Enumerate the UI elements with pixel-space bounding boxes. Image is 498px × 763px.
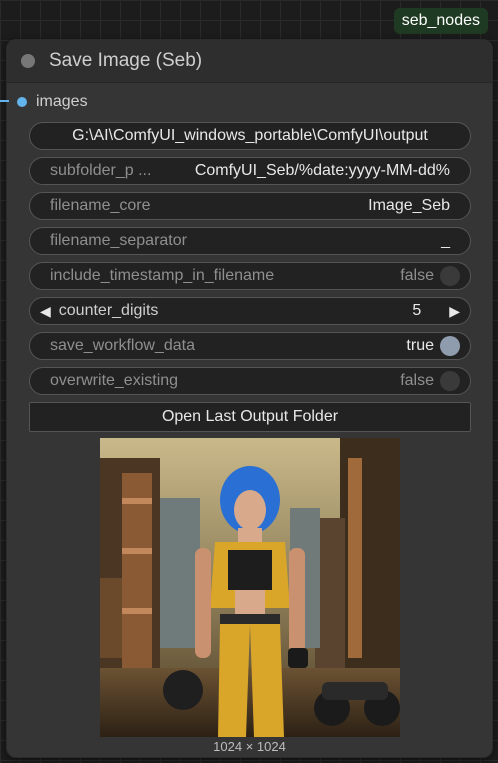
image-preview[interactable] (100, 438, 400, 737)
input-slot-images[interactable]: images (7, 89, 492, 115)
filename-separator-field[interactable]: filename_separator _ (29, 227, 471, 255)
include-timestamp-label: include_timestamp_in_filename (50, 267, 275, 284)
counter-digits-value: 5 (412, 302, 422, 319)
filename-core-value: Image_Seb (368, 197, 450, 214)
save-workflow-label: save_workflow_data (50, 337, 195, 354)
input-slot-dot-icon[interactable] (17, 97, 27, 107)
toggle-off-icon[interactable] (440, 371, 460, 391)
save-workflow-toggle[interactable]: save_workflow_data true (29, 332, 471, 360)
arrow-right-icon[interactable]: ▶ (449, 303, 460, 320)
subfolder-label: subfolder_p ... (50, 162, 152, 179)
overwrite-value: false (400, 372, 434, 389)
save-workflow-value: true (406, 337, 434, 354)
save-image-node[interactable]: Save Image (Seb) images G:\AI\ComfyUI_wi… (6, 39, 493, 758)
include-timestamp-toggle[interactable]: include_timestamp_in_filename false (29, 262, 471, 290)
node-title: Save Image (Seb) (49, 50, 203, 71)
filename-separator-label: filename_separator (50, 232, 187, 249)
subfolder-value: ComfyUI_Seb/%date:yyyy-MM-dd% (194, 162, 450, 179)
subfolder-field[interactable]: subfolder_p ... ComfyUI_Seb/%date:yyyy-M… (29, 157, 471, 185)
node-pack-badge: seb_nodes (393, 8, 488, 34)
filename-core-label: filename_core (50, 197, 151, 214)
include-timestamp-value: false (400, 267, 434, 284)
counter-digits-stepper[interactable]: ◀ counter_digits 5 ▶ (29, 297, 471, 325)
arrow-left-icon[interactable]: ◀ (40, 303, 51, 320)
node-header[interactable]: Save Image (Seb) (7, 40, 492, 83)
filename-core-field[interactable]: filename_core Image_Seb (29, 192, 471, 220)
input-link-wire (0, 100, 9, 102)
output-path-value: G:\AI\ComfyUI_windows_portable\ComfyUI\o… (72, 127, 428, 144)
open-last-output-folder-button[interactable]: Open Last Output Folder (29, 402, 471, 432)
toggle-off-icon[interactable] (440, 266, 460, 286)
filename-separator-value: _ (441, 232, 450, 249)
input-label: images (36, 93, 88, 110)
preview-illustration (100, 438, 400, 737)
output-path-field[interactable]: G:\AI\ComfyUI_windows_portable\ComfyUI\o… (29, 122, 471, 150)
toggle-on-icon[interactable] (440, 336, 460, 356)
overwrite-label: overwrite_existing (50, 372, 179, 389)
preview-dimensions: 1024 × 1024 (213, 739, 286, 754)
collapse-dot-icon[interactable] (21, 54, 35, 68)
counter-digits-label: counter_digits (58, 302, 159, 319)
overwrite-existing-toggle[interactable]: overwrite_existing false (29, 367, 471, 395)
